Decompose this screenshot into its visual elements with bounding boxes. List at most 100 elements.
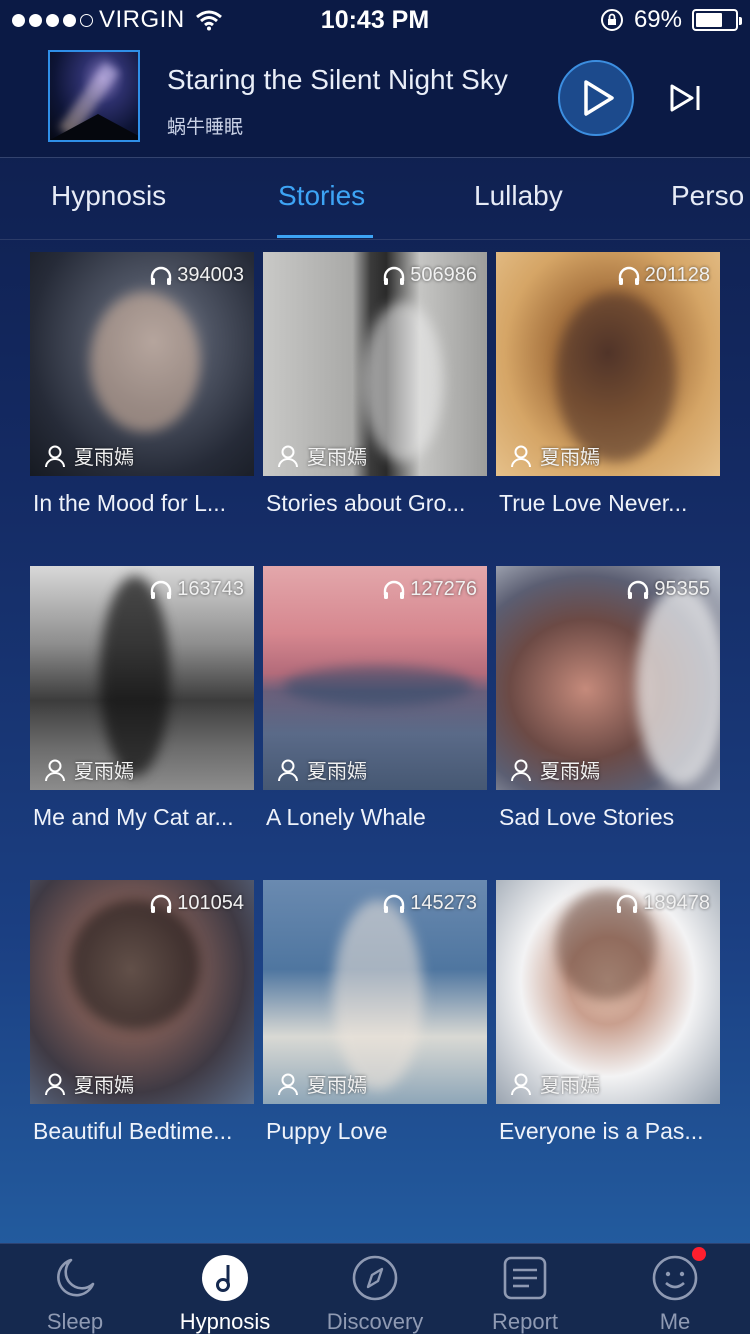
tabbar-label: Discovery — [326, 1309, 424, 1334]
tabbar-item-hypnosis[interactable]: Hypnosis — [150, 1244, 300, 1334]
play-count: 101054 — [149, 892, 244, 915]
user-icon — [278, 445, 298, 467]
author-name: 夏雨嫣 — [74, 1075, 134, 1097]
play-count: 394003 — [149, 264, 244, 287]
headphones-icon — [151, 266, 172, 285]
play-count: 163743 — [149, 578, 244, 601]
story-thumbnail[interactable]: 145273 夏雨嫣 — [263, 880, 487, 1104]
author-name: 夏雨嫣 — [74, 447, 134, 469]
play-count-value: 127276 — [410, 578, 477, 600]
play-count: 95355 — [626, 578, 710, 601]
story-thumbnail[interactable]: 163743 夏雨嫣 — [30, 566, 254, 790]
story-thumbnail[interactable]: 101054 夏雨嫣 — [30, 880, 254, 1104]
story-author: 夏雨嫣 — [277, 755, 367, 784]
story-title: Stories about Gro... — [266, 490, 466, 516]
story-author: 夏雨嫣 — [44, 441, 134, 470]
story-author: 夏雨嫣 — [510, 1069, 600, 1098]
play-count: 127276 — [382, 578, 477, 601]
music-note-icon — [202, 1255, 248, 1301]
headphones-icon — [384, 580, 405, 599]
user-icon — [45, 445, 65, 467]
tabbar-label: Me — [659, 1309, 691, 1334]
now-playing-bar[interactable]: Staring the Silent Night Sky 蜗牛睡眠 — [0, 40, 750, 158]
author-name: 夏雨嫣 — [540, 1075, 600, 1097]
headphones-icon — [628, 580, 649, 599]
author-name: 夏雨嫣 — [540, 447, 600, 469]
play-count-value: 201128 — [644, 264, 710, 286]
tabbar-item-me[interactable]: Me — [600, 1244, 750, 1334]
tab-lullaby[interactable]: Lullaby — [474, 180, 563, 212]
story-card[interactable]: 506986 夏雨嫣 Stories about Gro... — [263, 252, 487, 517]
headphones-icon — [151, 580, 172, 599]
story-title: Sad Love Stories — [499, 804, 675, 830]
compass-icon — [352, 1255, 398, 1301]
story-title: In the Mood for L... — [33, 490, 227, 516]
play-count-value: 394003 — [177, 264, 244, 286]
user-icon — [511, 1073, 531, 1095]
play-count-value: 189478 — [643, 892, 710, 914]
status-right: 69% — [600, 6, 742, 34]
user-icon — [278, 1073, 298, 1095]
play-count-value: 101054 — [177, 892, 244, 914]
story-card[interactable]: 201128 夏雨嫣 True Love Never... — [496, 252, 720, 517]
story-thumbnail[interactable]: 394003 夏雨嫣 — [30, 252, 254, 476]
play-count-value: 145273 — [410, 892, 477, 914]
story-card[interactable]: 95355 夏雨嫣 Sad Love Stories — [496, 566, 720, 831]
tab-stories[interactable]: Stories — [278, 180, 365, 212]
tabbar-item-report[interactable]: Report — [450, 1244, 600, 1334]
play-count: 201128 — [617, 264, 710, 287]
tabbar-label: Hypnosis — [179, 1309, 271, 1334]
story-thumbnail[interactable]: 506986 夏雨嫣 — [263, 252, 487, 476]
story-card[interactable]: 394003 夏雨嫣 In the Mood for L... — [30, 252, 254, 517]
author-name: 夏雨嫣 — [540, 761, 600, 783]
now-playing-title: Staring the Silent Night Sky — [167, 64, 508, 95]
orientation-lock-icon — [600, 9, 623, 31]
story-card[interactable]: 189478 夏雨嫣 Everyone is a Pas... — [496, 880, 720, 1145]
report-icon — [503, 1256, 547, 1300]
story-thumbnail[interactable]: 127276 夏雨嫣 — [263, 566, 487, 790]
smiley-icon — [652, 1255, 698, 1301]
story-card[interactable]: 127276 夏雨嫣 A Lonely Whale — [263, 566, 487, 831]
tabbar-item-sleep[interactable]: Sleep — [0, 1244, 150, 1334]
story-title: Beautiful Bedtime... — [33, 1118, 233, 1144]
next-track-button[interactable] — [668, 78, 704, 118]
story-thumbnail[interactable]: 189478 夏雨嫣 — [496, 880, 720, 1104]
user-icon — [45, 759, 65, 781]
play-button[interactable] — [558, 60, 634, 136]
author-name: 夏雨嫣 — [307, 447, 367, 469]
tabbar-item-discovery[interactable]: Discovery — [300, 1244, 450, 1334]
story-thumbnail[interactable]: 201128 夏雨嫣 — [496, 252, 720, 476]
active-tab-indicator — [277, 235, 373, 238]
story-author: 夏雨嫣 — [44, 755, 134, 784]
story-author: 夏雨嫣 — [277, 1069, 367, 1098]
play-icon — [584, 80, 614, 116]
story-author: 夏雨嫣 — [44, 1069, 134, 1098]
story-thumbnail[interactable]: 95355 夏雨嫣 — [496, 566, 720, 790]
headphones-icon — [618, 266, 639, 285]
play-count-value: 506986 — [410, 264, 477, 286]
play-count-value: 95355 — [654, 578, 710, 600]
story-author: 夏雨嫣 — [510, 755, 600, 784]
story-title: Me and My Cat ar... — [33, 804, 234, 830]
headphones-icon — [617, 894, 638, 913]
now-playing-artwork[interactable] — [48, 50, 140, 142]
user-icon — [511, 445, 531, 467]
now-playing-artist: 蜗牛睡眠 — [167, 117, 244, 138]
user-icon — [278, 759, 298, 781]
play-count-value: 163743 — [177, 578, 244, 600]
headphones-icon — [151, 894, 172, 913]
author-name: 夏雨嫣 — [74, 761, 134, 783]
tab-hypnosis[interactable]: Hypnosis — [51, 180, 166, 212]
status-bar: VIRGIN 10:43 PM 69% — [0, 0, 750, 40]
play-count: 189478 — [615, 892, 710, 915]
story-card[interactable]: 145273 夏雨嫣 Puppy Love — [263, 880, 487, 1145]
story-card[interactable]: 163743 夏雨嫣 Me and My Cat ar... — [30, 566, 254, 831]
author-name: 夏雨嫣 — [307, 1075, 367, 1097]
category-tabs: Hypnosis Stories Lullaby Perso — [0, 158, 750, 240]
user-icon — [45, 1073, 65, 1095]
headphones-icon — [384, 266, 405, 285]
story-card[interactable]: 101054 夏雨嫣 Beautiful Bedtime... — [30, 880, 254, 1145]
moon-icon — [57, 1258, 95, 1297]
tab-personal[interactable]: Perso — [671, 180, 744, 212]
tabbar-label: Report — [491, 1309, 559, 1334]
